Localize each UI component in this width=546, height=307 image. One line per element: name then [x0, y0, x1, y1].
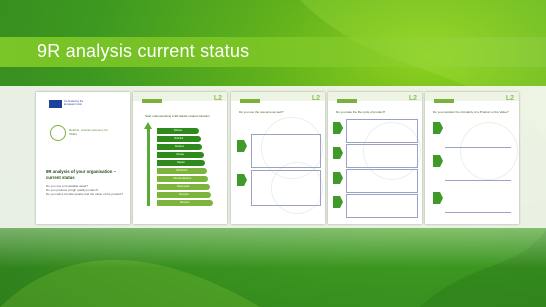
ladder-level-label: Recycle [179, 193, 189, 196]
ladder-level-label: Reuse [176, 153, 185, 156]
ladder-level-label: Refurbish [176, 169, 188, 172]
section-arrow-icon [333, 172, 343, 184]
ladder-level: Repair [157, 160, 205, 166]
page-thumbnail-lifecycle[interactable]: L2 Do you take the life cycle of product… [328, 92, 422, 224]
step-tag [434, 99, 454, 103]
page-thumbnail-circularity[interactable]: L2 Do you consider the circularity of a … [425, 92, 519, 224]
step-tag [337, 99, 357, 103]
logo-text: Rethink, circular economy for SMEs [69, 128, 108, 136]
answer-box[interactable] [251, 134, 321, 168]
section-arrow-icon [333, 147, 343, 159]
section-arrow-icon [333, 122, 343, 134]
ladder-level: Refuse [157, 128, 199, 134]
ladder-level-label: Repurpose [176, 185, 190, 188]
bullet-3: Do you sell a circular quality and the v… [46, 192, 124, 196]
watermark-circle [460, 122, 518, 180]
section-arrow-icon [433, 155, 443, 167]
eu-funding-text: Co-funded by the European Union [64, 100, 84, 106]
answer-box[interactable] [346, 119, 418, 143]
step-tag [142, 99, 162, 103]
arrow-stem [147, 128, 150, 206]
answer-line [445, 180, 511, 181]
ladder-level: Repurpose [157, 184, 210, 190]
eu-flag-icon [49, 100, 62, 108]
page-logo-icon: L2 [505, 95, 514, 102]
ladder-level: Rethink [157, 136, 201, 142]
page-logo-icon: L2 [311, 95, 320, 102]
section-arrow-icon [433, 122, 443, 134]
answer-box[interactable] [346, 169, 418, 193]
question-heading: Do you use the resource as well? [239, 110, 284, 114]
section-arrow-icon [333, 196, 343, 208]
ladder-level: Reduce [157, 144, 202, 150]
ladder-level-label: Recover [179, 201, 190, 204]
page-logo-icon: L2 [213, 95, 222, 102]
ladder-level: Reuse [157, 152, 204, 158]
question-heading: Do you consider the circularity of a Pro… [433, 110, 509, 114]
page-thumbnail-cover[interactable]: Co-funded by the European Union Rethink,… [36, 92, 130, 224]
ladder-level: Refurbish [157, 168, 207, 174]
step-tag [240, 99, 260, 103]
ladder-level-label: Repair [177, 161, 185, 164]
page-thumbnail-resource[interactable]: L2 Do you use the resource as well? [231, 92, 325, 224]
section-arrow-icon [237, 174, 247, 186]
ladder-level-label: Refuse [173, 129, 183, 132]
ladder-level-label: Reduce [175, 145, 184, 148]
answer-line [445, 212, 511, 213]
section-arrow-icon [237, 140, 247, 152]
question-heading: Do you take the life cycle of product? [336, 110, 386, 114]
slide-title: 9R analysis current status [37, 41, 250, 61]
ladder-heading: Start understanding a 9R ladder-related … [145, 114, 210, 118]
answer-box[interactable] [346, 144, 418, 168]
ladder-level: Remanufacture [157, 176, 208, 182]
ladder-level-label: Remanufacture [173, 177, 192, 180]
answer-line [445, 147, 511, 148]
answer-box[interactable] [346, 194, 418, 218]
page-logo-icon: L2 [408, 95, 417, 102]
project-logo-icon [50, 125, 66, 141]
section-arrow-icon [433, 192, 443, 204]
answer-box[interactable] [251, 170, 321, 206]
ladder-level: Recycle [157, 192, 211, 198]
page-thumbnail-ladder[interactable]: L2 Start understanding a 9R ladder-relat… [133, 92, 227, 224]
panel-reflection [0, 228, 546, 268]
ladder-level: Recover [157, 200, 213, 206]
document-title: 9R analysis of your organisation – curre… [46, 169, 116, 180]
ladder-level-label: Rethink [174, 137, 184, 140]
slide: 9R analysis current status Co-funded by … [0, 0, 546, 307]
